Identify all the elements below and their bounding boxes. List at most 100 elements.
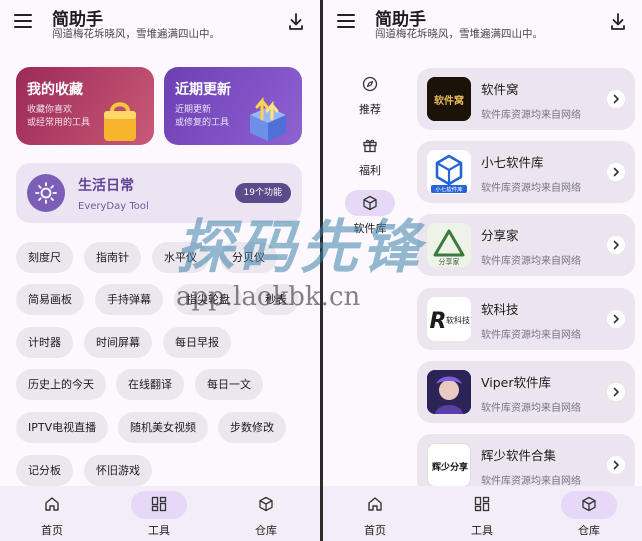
home-icon [45,497,59,511]
chevron-right-icon[interactable] [607,163,625,181]
nav-repo[interactable]: 仓库 [544,486,634,541]
chevron-right-icon[interactable] [607,310,625,328]
repo-logo: 分享家 [427,223,471,267]
tool-chip[interactable]: 水平仪 [152,242,209,273]
repo-card[interactable]: Viper软件库 软件库资源均来自网络 [417,361,635,423]
app-bar: 简助手 闯道梅花坼晓风，雪堆遍满四山中。 [323,0,642,46]
repo-logo-text: 辉少分享 [432,461,468,473]
chevron-right-icon[interactable] [607,456,625,474]
feature-count-badge[interactable]: 19个功能 [234,183,291,203]
download-icon[interactable] [288,13,304,31]
repo-logo-art: 辉少分享 [432,461,468,473]
tool-chip[interactable]: 计时器 [16,327,73,358]
sun-icon-wrap [27,174,65,212]
download-icon[interactable] [610,13,626,31]
app-subtitle: 闯道梅花坼晓风，雪堆遍满四山中。 [375,28,543,40]
repo-desc: 软件库资源均来自网络 [481,183,581,194]
repo-logo-art [427,370,471,414]
nav-tools[interactable]: 工具 [437,486,527,541]
rail-software-library[interactable]: 软件库 [341,190,399,242]
repo-name: 软件窝 [481,82,519,97]
daily-life-section[interactable]: 生活日常 EveryDay Tool 19个功能 [16,163,302,223]
tool-chip[interactable]: 刻度尺 [16,242,73,273]
nav-repo[interactable]: 仓库 [221,486,311,541]
repo-logo-text: 软科技 [446,315,470,325]
repo-logo-art: 软件窝 [427,77,471,121]
repo-logo-art: 分享家 [433,229,465,266]
compass-icon [362,76,378,92]
repo-name: 分享家 [481,228,519,243]
grid-icon [151,496,167,512]
tool-chip[interactable]: 怀旧游戏 [84,455,152,486]
daily-life-title: 生活日常 [78,178,134,194]
tool-chip[interactable]: 步数修改 [218,412,286,443]
tool-chip[interactable]: 每日早报 [163,327,231,358]
nav-repo-label: 仓库 [578,524,600,537]
svg-text:R: R [430,309,447,334]
repo-logo-text: 小七软件库 [435,186,463,194]
repo-desc: 软件库资源均来自网络 [481,330,581,341]
tool-chip[interactable]: IPTV电视直播 [16,412,109,443]
repo-name: Viper软件库 [481,375,552,390]
rail-recommend[interactable]: 推荐 [341,71,399,123]
tool-chip[interactable]: 简易画板 [16,284,84,315]
recent-card-line2: 或修复的工具 [175,118,230,128]
rail-welfare-label: 福利 [359,164,381,177]
repo-desc: 软件库资源均来自网络 [481,403,581,414]
repo-desc: 软件库资源均来自网络 [481,110,581,121]
tool-chip[interactable]: 手持弹幕 [95,284,163,315]
repo-logo: 辉少分享 [427,443,471,487]
rail-welfare[interactable]: 福利 [341,132,399,184]
tool-chip[interactable]: 随机美女视频 [118,412,208,443]
app-bar: 简助手 闯道梅花坼晓风，雪堆遍满四山中。 [0,0,320,46]
chevron-right-icon[interactable] [607,383,625,401]
repo-card[interactable]: 分享家 分享家 软件库资源均来自网络 [417,214,635,276]
nav-tools-label: 工具 [148,524,170,537]
tool-chip[interactable]: 在线翻译 [116,369,184,400]
menu-icon[interactable] [14,14,32,28]
repo-logo-text: 软件窝 [434,94,464,107]
repo-desc: 软件库资源均来自网络 [481,476,581,487]
app-subtitle: 闯道梅花坼晓风，雪堆遍满四山中。 [52,28,220,40]
daily-life-subtitle: EveryDay Tool [78,201,149,212]
repo-logo-art: 小七软件库 [431,154,467,194]
repo-logo: 软件窝 [427,77,471,121]
nav-repo-label: 仓库 [255,524,277,537]
nav-home[interactable]: 首页 [7,486,97,541]
package-icon [582,496,596,512]
tool-chip[interactable]: 时间屏幕 [84,327,152,358]
repo-card[interactable]: R 软科技 软科技 软件库资源均来自网络 [417,288,635,350]
gift-icon [363,139,377,153]
repo-name: 辉少软件合集 [481,448,557,463]
favorites-card[interactable]: 我的收藏 收藏你喜欢 或经常用的工具 [16,67,154,145]
favorites-card-title: 我的收藏 [27,82,83,98]
favorites-card-line2: 或经常用的工具 [27,118,91,128]
grid-icon [474,496,490,512]
shopping-bag-icon [104,102,136,141]
sun-icon [35,182,57,204]
tool-chip[interactable]: 指尖轮盘 [174,284,242,315]
package-icon [259,496,273,512]
menu-icon[interactable] [337,14,355,28]
repo-logo [427,370,471,414]
package-icon [363,195,377,211]
tool-chip[interactable]: 每日一文 [195,369,263,400]
nav-home[interactable]: 首页 [330,486,420,541]
tools-pane: 简助手 闯道梅花坼晓风，雪堆遍满四山中。 我的收藏 收藏你喜欢 或经常用的工具 … [0,0,320,541]
tool-chip[interactable]: 指南针 [84,242,141,273]
repo-logo: 小七软件库 [427,150,471,194]
nav-tools[interactable]: 工具 [114,486,204,541]
chevron-right-icon[interactable] [607,90,625,108]
repo-card[interactable]: 软件窝 软件窝 软件库资源均来自网络 [417,68,635,130]
favorites-card-line1: 收藏你喜欢 [27,105,73,115]
recent-updates-card[interactable]: 近期更新 近期更新 或修复的工具 [164,67,302,145]
tool-chip[interactable]: 分贝仪 [220,242,277,273]
tool-chip[interactable]: 秒表 [253,284,299,315]
tool-chip[interactable]: 历史上的今天 [16,369,106,400]
recent-card-line1: 近期更新 [175,105,212,115]
repo-logo: R 软科技 [427,297,471,341]
repo-desc: 软件库资源均来自网络 [481,256,581,267]
chevron-right-icon[interactable] [607,236,625,254]
repo-card[interactable]: 小七软件库 小七软件库 软件库资源均来自网络 [417,141,635,203]
tool-chip[interactable]: 记分板 [16,455,73,486]
